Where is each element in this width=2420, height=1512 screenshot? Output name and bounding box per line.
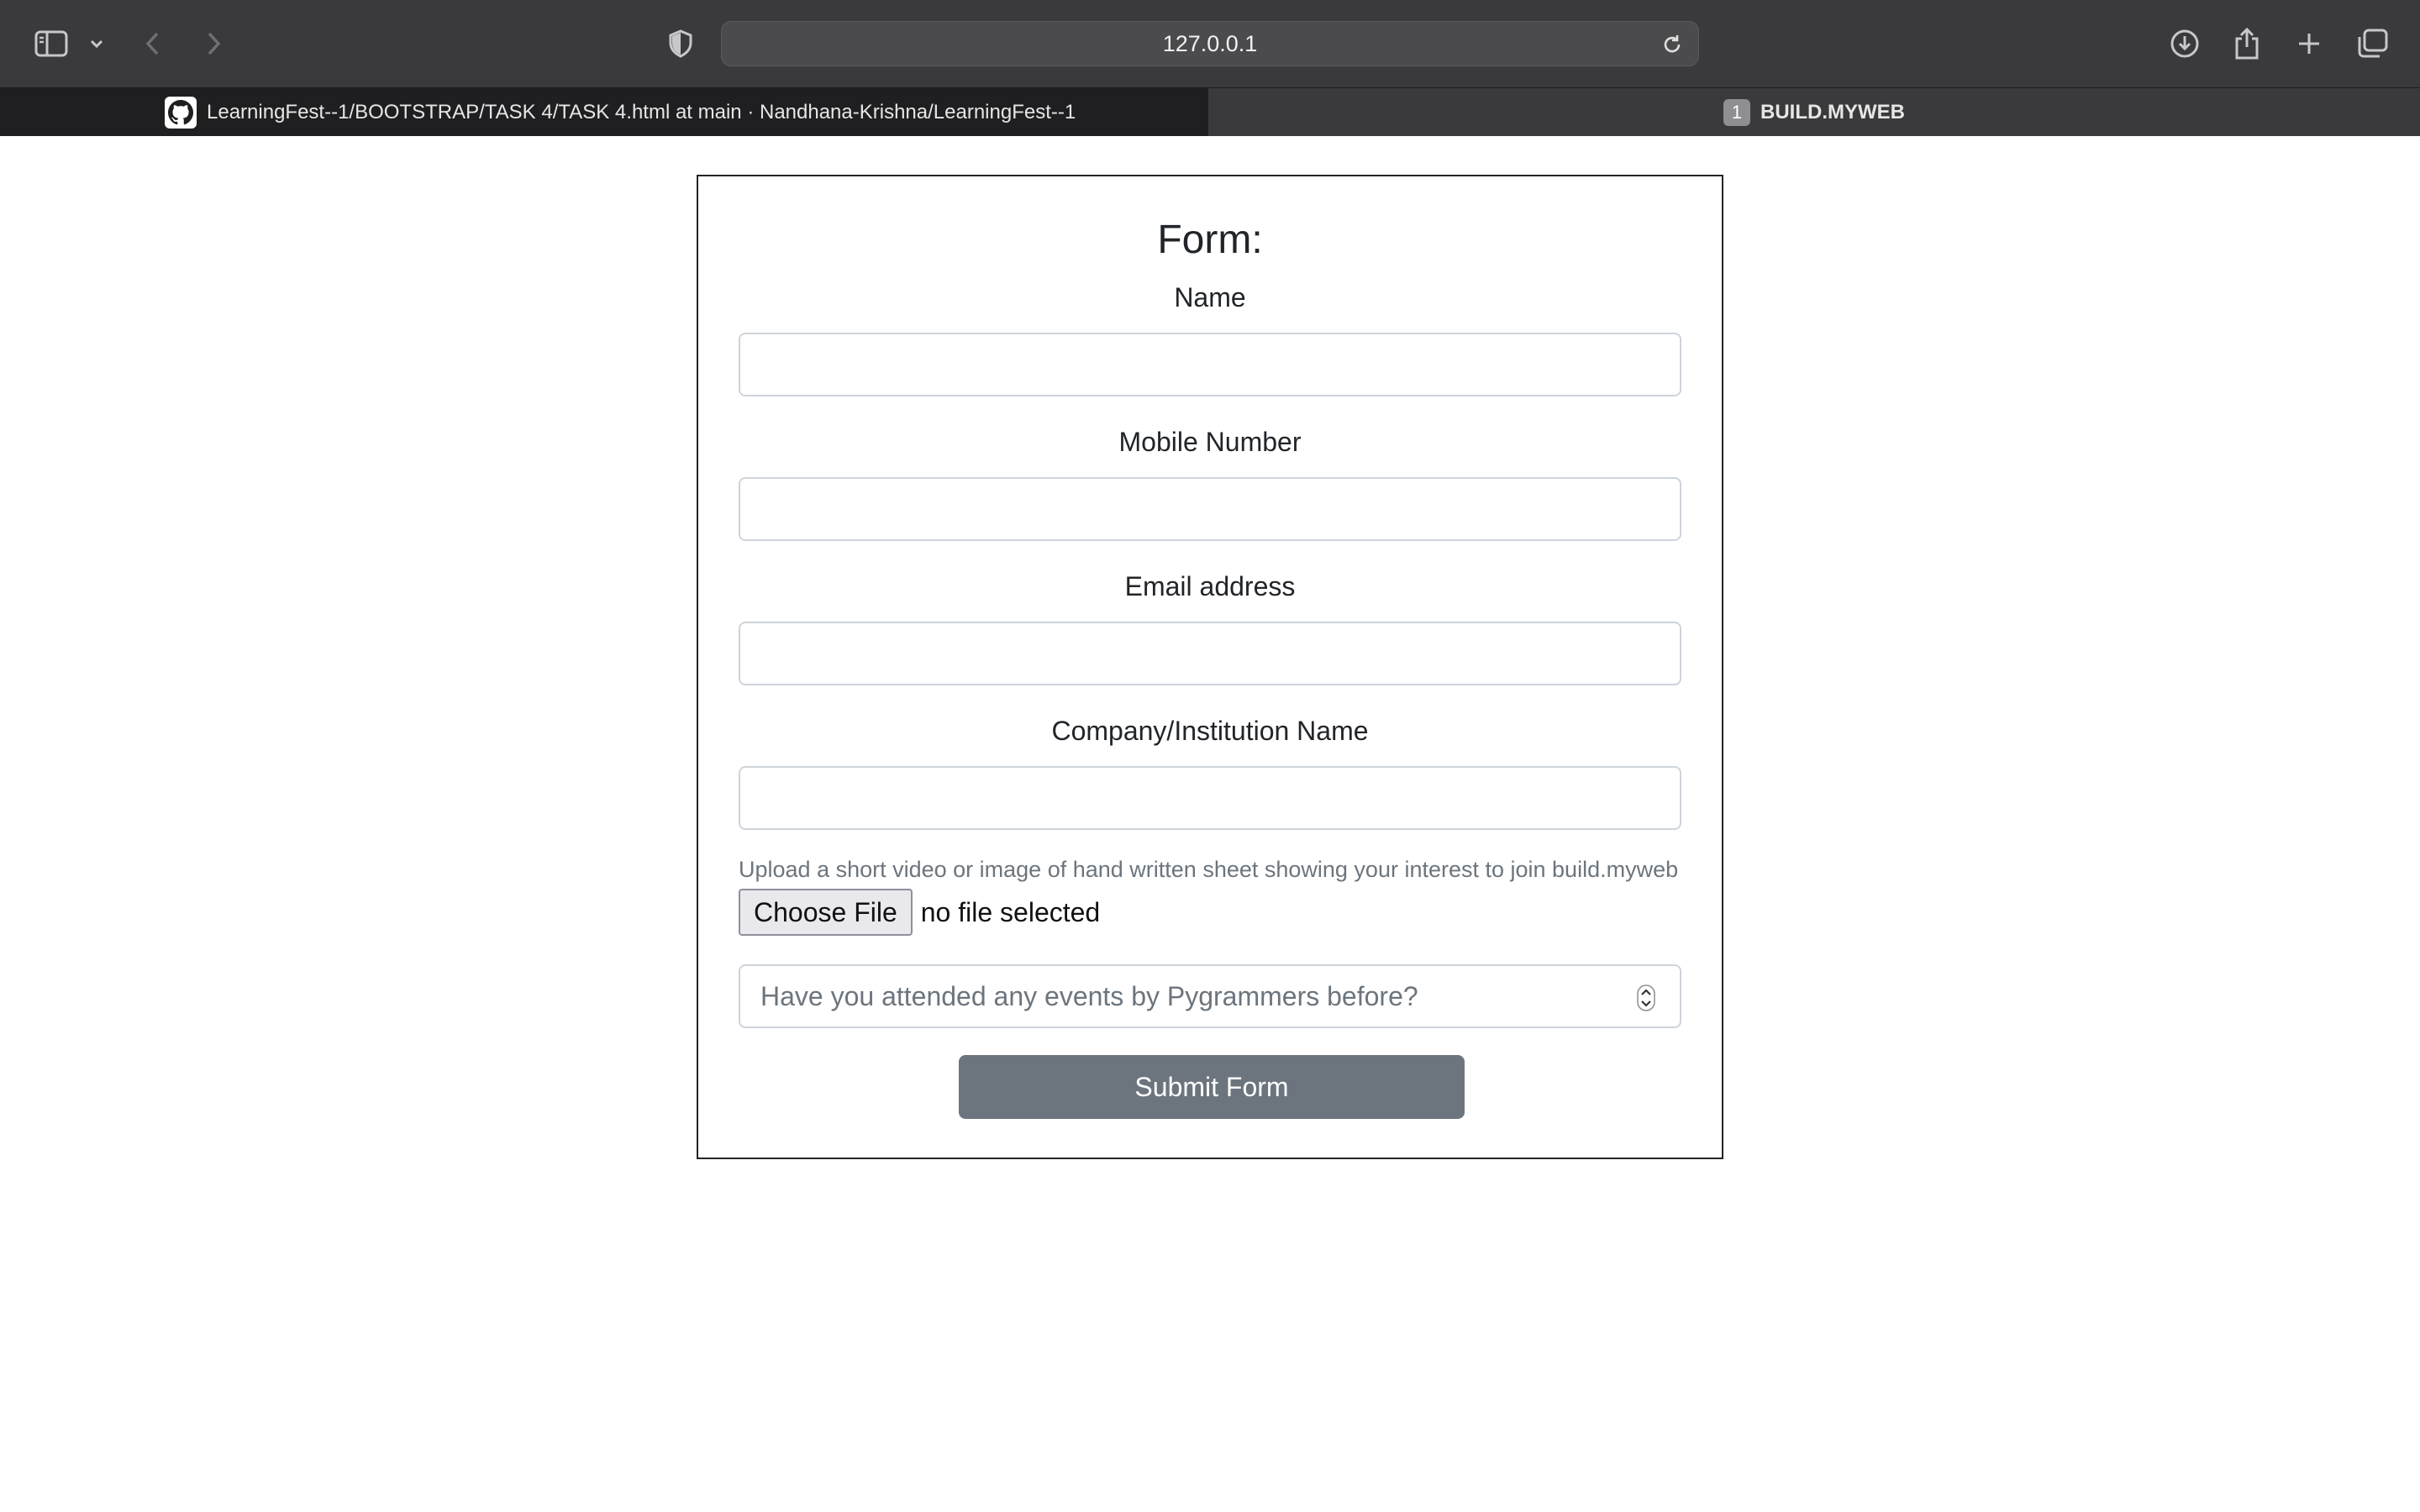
chevron-down-icon[interactable] xyxy=(84,18,109,69)
tab-title: BUILD.MYWEB xyxy=(1760,100,1905,123)
choose-file-button[interactable]: Choose File xyxy=(739,889,913,936)
upload-help-text: Upload a short video or image of hand wr… xyxy=(739,857,1679,882)
tab-badge: 1 xyxy=(1723,98,1750,126)
tab-overview-icon[interactable] xyxy=(2353,18,2391,69)
privacy-shield-icon[interactable] xyxy=(664,18,697,69)
company-input[interactable] xyxy=(739,766,1681,830)
browser-toolbar: 127.0.0.1 xyxy=(0,0,2420,87)
sidebar-toggle-icon[interactable] xyxy=(32,18,71,69)
mobile-number-input[interactable] xyxy=(739,477,1681,541)
submit-form-button[interactable]: Submit Form xyxy=(959,1055,1465,1119)
tab-title: LearningFest--1/BOOTSTRAP/TASK 4/TASK 4.… xyxy=(207,100,1076,123)
forward-icon[interactable] xyxy=(198,18,229,69)
select-placeholder: Have you attended any events by Pygramme… xyxy=(760,980,1418,1011)
events-select[interactable]: Have you attended any events by Pygramme… xyxy=(739,964,1681,1028)
form-title: Form: xyxy=(1157,218,1263,262)
tab-github[interactable]: LearningFest--1/BOOTSTRAP/TASK 4/TASK 4.… xyxy=(0,88,1208,136)
github-icon xyxy=(165,96,197,129)
email-label: Email address xyxy=(1124,571,1296,601)
file-upload: Choose File no file selected xyxy=(739,889,1100,936)
select-arrows-icon xyxy=(1636,984,1656,1011)
back-icon[interactable] xyxy=(138,18,168,69)
new-tab-icon[interactable] xyxy=(2291,18,2328,69)
file-status: no file selected xyxy=(920,896,1101,927)
address-text: 127.0.0.1 xyxy=(1162,30,1258,56)
tab-build-myweb[interactable]: 1 BUILD.MYWEB xyxy=(1208,88,2420,136)
download-icon[interactable] xyxy=(2166,18,2203,69)
name-label: Name xyxy=(1174,282,1246,312)
form-container: Form: Name Mobile Number Email address C… xyxy=(697,175,1723,1159)
company-label: Company/Institution Name xyxy=(1051,716,1369,746)
reload-icon[interactable] xyxy=(1656,29,1688,60)
address-bar[interactable]: 127.0.0.1 xyxy=(721,21,1699,66)
email-input[interactable] xyxy=(739,622,1681,685)
tab-bar: LearningFest--1/BOOTSTRAP/TASK 4/TASK 4.… xyxy=(0,87,2420,136)
mobile-number-label: Mobile Number xyxy=(1118,427,1302,457)
name-input[interactable] xyxy=(739,333,1681,396)
share-icon[interactable] xyxy=(2228,18,2265,69)
